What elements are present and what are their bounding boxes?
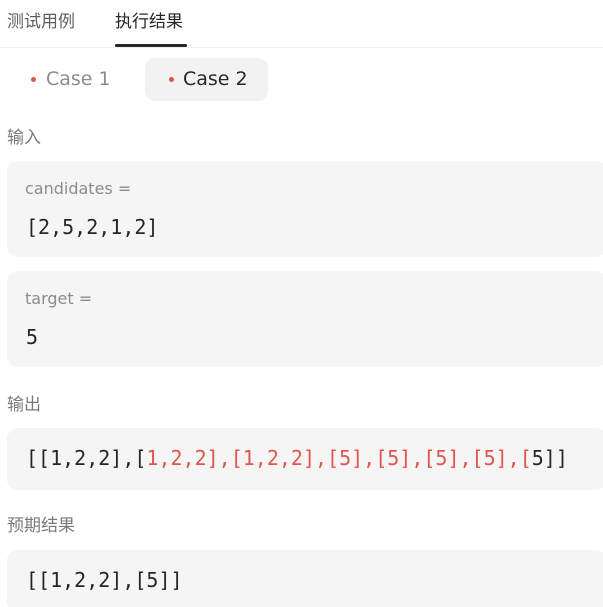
input-section-label: 输入 [7, 128, 41, 148]
param-value-candidates[interactable]: [2,5,2,1,2] [26, 215, 158, 239]
output-box: [[1,2,2],[1,2,2],[1,2,2],[5],[5],[5],[5]… [7, 428, 603, 490]
case-2-button[interactable]: Case 2 [145, 58, 268, 101]
case-1-label: Case 1 [46, 68, 111, 90]
active-tab-indicator [115, 44, 187, 47]
output-section-label: 输出 [7, 395, 41, 415]
param-name-target: target = [25, 289, 93, 308]
param-box-target: target = 5 [7, 271, 603, 367]
expected-value[interactable]: [[1,2,2],[5]] [26, 568, 183, 592]
output-value[interactable]: [[1,2,2],[1,2,2],[1,2,2],[5],[5],[5],[5]… [26, 446, 568, 470]
tab-testcases[interactable]: 测试用例 [7, 10, 75, 34]
output-matching-suffix: 5]] [531, 446, 568, 470]
param-value-target[interactable]: 5 [26, 325, 38, 349]
param-box-candidates: candidates = [2,5,2,1,2] [7, 161, 603, 257]
case-1-status-dot [31, 77, 36, 82]
expected-box: [[1,2,2],[5]] [7, 550, 603, 607]
param-name-candidates: candidates = [25, 179, 132, 198]
tab-results[interactable]: 执行结果 [115, 10, 183, 34]
expected-section-label: 预期结果 [7, 516, 75, 536]
case-1-button[interactable]: Case 1 [18, 58, 122, 101]
output-matching-prefix: [[1,2,2],[ [26, 446, 147, 470]
case-2-status-dot [169, 77, 174, 82]
case-2-label: Case 2 [183, 68, 248, 90]
output-diff-highlight: 1,2,2],[1,2,2],[5],[5],[5],[5],[ [146, 446, 532, 470]
result-tab-bar: 测试用例 执行结果 [0, 0, 603, 48]
